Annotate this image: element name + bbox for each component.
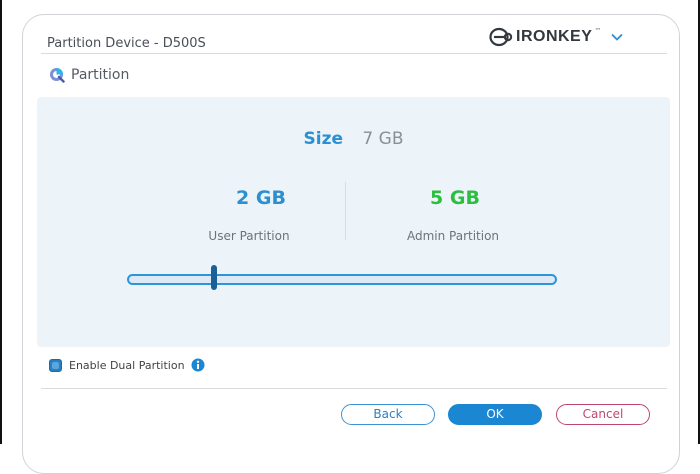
footer-divider — [41, 388, 667, 389]
dialog-title: Partition Device - D500S — [47, 36, 206, 51]
enable-dual-partition-checkbox[interactable] — [49, 358, 62, 372]
section-title: Partition — [71, 67, 130, 83]
section-header: Partition — [49, 67, 129, 83]
size-label: Size — [303, 129, 344, 149]
enable-dual-partition-label[interactable]: Enable Dual Partition — [69, 359, 185, 372]
brand-trademark: ™ — [594, 27, 602, 35]
admin-partition-size: 5 GB — [430, 187, 480, 209]
user-partition-label: User Partition — [208, 229, 290, 243]
admin-partition-label: Admin Partition — [406, 229, 500, 243]
partition-icon — [50, 68, 65, 83]
user-partition-size: 2 GB — [236, 187, 286, 209]
partition-slider[interactable] — [127, 274, 557, 285]
brand-name: IRONKEY — [516, 28, 593, 45]
ok-button[interactable]: OK — [448, 404, 542, 425]
partition-slider-handle[interactable] — [210, 265, 217, 290]
chevron-down-icon[interactable] — [611, 33, 624, 41]
header-divider — [41, 53, 667, 54]
size-row: Size 7 GB — [37, 129, 670, 149]
size-value: 7 GB — [362, 129, 404, 149]
cancel-button[interactable]: Cancel — [556, 404, 650, 425]
info-icon[interactable] — [191, 358, 205, 372]
brand-menu[interactable]: IRONKEY ™ — [489, 24, 624, 50]
back-button[interactable]: Back — [341, 404, 435, 425]
partition-panel: Size 7 GB 2 GB 5 GB User Partition Admin… — [37, 97, 670, 347]
enable-dual-partition-row[interactable]: Enable Dual Partition — [49, 358, 205, 372]
ironkey-logo-icon — [489, 27, 513, 47]
partition-dialog: Partition Device - D500S IRONKEY ™ Parti… — [22, 14, 680, 474]
